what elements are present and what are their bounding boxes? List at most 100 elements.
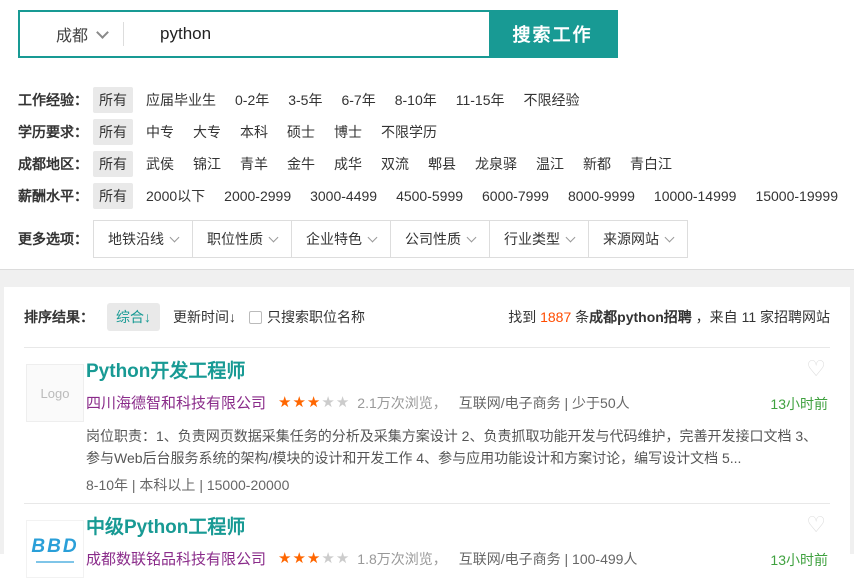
job-title-link[interactable]: 中级Python工程师 — [86, 517, 245, 539]
star-icon: ★ — [307, 550, 321, 567]
filter-row-more-options: 更多选项： 地铁沿线职位性质 企业特色 公司性质 行业类型 来源网站 — [18, 220, 854, 258]
company-logo: BBD — [26, 520, 84, 578]
option-label: 公司性质 — [405, 229, 461, 249]
filter-option[interactable]: 博士 — [328, 119, 368, 145]
summary-prefix: 找到 — [508, 309, 540, 325]
filter-option[interactable]: 应届毕业生 — [140, 87, 222, 113]
filter-options: 所有 2000以下 2000-2999 3000-4499 4500-5999 6000-… — [93, 183, 854, 209]
job-card[interactable]: Logo ♡ 13小时前 Python开发工程师 四川海德智和科技有限公司 ★★… — [4, 348, 850, 503]
filter-option[interactable]: 0-2年 — [229, 87, 275, 113]
chevron-down-icon — [467, 233, 477, 243]
sort-update-time-button[interactable]: 更新时间↓ — [173, 307, 236, 327]
filter-option[interactable]: 4500-5999 — [390, 185, 469, 207]
filter-option[interactable]: 6-7年 — [335, 87, 381, 113]
filter-row-education: 学历要求： 所有中专大专本科硕士博士不限学历 — [18, 120, 854, 144]
filter-option[interactable]: 锦江 — [187, 151, 227, 177]
option-label: 行业类型 — [504, 229, 560, 249]
job-card[interactable]: BBD ♡ 13小时前 中级Python工程师 成都数联铭品科技有限公司 ★★★… — [4, 504, 850, 577]
result-count: 1887 — [540, 309, 571, 325]
filter-option[interactable]: 不限学历 — [375, 119, 443, 145]
views-count: 2.1万次浏览， — [357, 393, 446, 413]
option-label: 所有 — [99, 156, 127, 172]
filter-option[interactable]: 所有 — [93, 119, 133, 145]
option-label: 11-15年 — [456, 92, 505, 108]
filter-option[interactable]: 硕士 — [281, 119, 321, 145]
filter-option[interactable]: 11-15年 — [450, 87, 511, 113]
filter-label: 更多选项： — [18, 229, 93, 249]
option-label: 温江 — [536, 156, 564, 172]
post-time: 13小时前 — [770, 550, 828, 570]
filter-option[interactable]: 金牛 — [281, 151, 321, 177]
summary-suffix: ，来自 11 家招聘网站 — [692, 309, 830, 325]
option-label: 硕士 — [287, 124, 315, 140]
more-filter-dropdown[interactable]: 行业类型 — [490, 221, 589, 257]
filter-option[interactable]: 中专 — [140, 119, 180, 145]
filter-option[interactable]: 2000以下 — [140, 183, 211, 209]
filter-option[interactable]: 双流 — [375, 151, 415, 177]
company-link[interactable]: 四川海德智和科技有限公司 — [86, 392, 266, 413]
option-label: 职位性质 — [207, 229, 263, 249]
option-label: 所有 — [99, 124, 127, 140]
filter-option[interactable]: 6000-7999 — [476, 185, 555, 207]
company-row: 成都数联铭品科技有限公司 ★★★★★ 1.8万次浏览， 互联网/电子商务 | 1… — [86, 548, 830, 569]
star-icon: ★ — [336, 394, 350, 411]
more-filter-dropdown[interactable]: 公司性质 — [391, 221, 490, 257]
title-only-checkbox-wrap[interactable]: 只搜索职位名称 — [249, 307, 365, 327]
filter-option[interactable]: 8000-9999 — [562, 185, 641, 207]
job-main: Python开发工程师 四川海德智和科技有限公司 ★★★★★ 2.1万次浏览， … — [86, 361, 830, 495]
search-button[interactable]: 搜索工作 — [489, 12, 616, 56]
filter-row-experience: 工作经验： 所有应届毕业生0-2年3-5年6-7年8-10年11-15年不限经验 — [18, 88, 854, 112]
filter-option[interactable]: 成华 — [328, 151, 368, 177]
filter-option[interactable]: 2000-2999 — [218, 185, 297, 207]
chevron-down-icon — [665, 233, 675, 243]
filter-option[interactable]: 龙泉驿 — [469, 151, 523, 177]
job-title-link[interactable]: Python开发工程师 — [86, 361, 245, 383]
star-icon: ★ — [278, 394, 292, 411]
filter-option[interactable]: 3000-4499 — [304, 185, 383, 207]
option-label: 金牛 — [287, 156, 315, 172]
filter-option[interactable]: 大专 — [187, 119, 227, 145]
more-filter-dropdown[interactable]: 地铁沿线 — [94, 221, 193, 257]
company-logo-text: BBD — [31, 536, 78, 558]
more-filter-dropdown[interactable]: 企业特色 — [292, 221, 391, 257]
option-label: 8000-9999 — [568, 188, 635, 204]
filter-label: 薪酬水平： — [18, 186, 93, 206]
filter-option[interactable]: 不限经验 — [518, 87, 586, 113]
sort-label: 排序结果： — [24, 307, 94, 327]
filter-option[interactable]: 3-5年 — [282, 87, 328, 113]
sort-comprehensive-button[interactable]: 综合↓ — [107, 303, 160, 331]
search-input[interactable] — [124, 12, 489, 56]
filter-option[interactable]: 新都 — [577, 151, 617, 177]
filter-option[interactable]: 郫县 — [422, 151, 462, 177]
filter-option[interactable]: 10000-14999 — [648, 185, 743, 207]
company-link[interactable]: 成都数联铭品科技有限公司 — [86, 548, 266, 569]
option-label: 4500-5999 — [396, 188, 463, 204]
sort-row: 排序结果： 综合↓ 更新时间↓ 只搜索职位名称 找到 1887 条成都pytho… — [4, 287, 850, 347]
heart-icon[interactable]: ♡ — [806, 514, 826, 536]
filter-option[interactable]: 所有 — [93, 183, 133, 209]
more-filter-dropdown[interactable]: 来源网站 — [589, 221, 687, 257]
city-select[interactable]: 成都 — [20, 12, 123, 56]
filter-option[interactable]: 青白江 — [624, 151, 678, 177]
option-label: 不限学历 — [381, 124, 437, 140]
title-only-checkbox[interactable] — [249, 311, 262, 324]
option-label: 6-7年 — [341, 92, 375, 108]
filter-option[interactable]: 青羊 — [234, 151, 274, 177]
option-label: 来源网站 — [603, 229, 659, 249]
heart-icon[interactable]: ♡ — [806, 358, 826, 380]
option-label: 6000-7999 — [482, 188, 549, 204]
star-icon: ★ — [321, 394, 335, 411]
option-label: 双流 — [381, 156, 409, 172]
filter-option[interactable]: 武侯 — [140, 151, 180, 177]
option-label: 企业特色 — [306, 229, 362, 249]
more-filter-dropdown[interactable]: 职位性质 — [193, 221, 292, 257]
filter-option[interactable]: 温江 — [530, 151, 570, 177]
filter-option[interactable]: 8-10年 — [389, 87, 443, 113]
option-label: 应届毕业生 — [146, 92, 216, 108]
filter-option[interactable]: 本科 — [234, 119, 274, 145]
filter-option[interactable]: 所有 — [93, 87, 133, 113]
option-label: 龙泉驿 — [475, 156, 517, 172]
filter-row-district: 成都地区： 所有武侯锦江青羊金牛成华双流郫县龙泉驿温江新都青白江 — [18, 152, 854, 176]
filter-option[interactable]: 15000-19999 — [749, 185, 844, 207]
filter-option[interactable]: 所有 — [93, 151, 133, 177]
